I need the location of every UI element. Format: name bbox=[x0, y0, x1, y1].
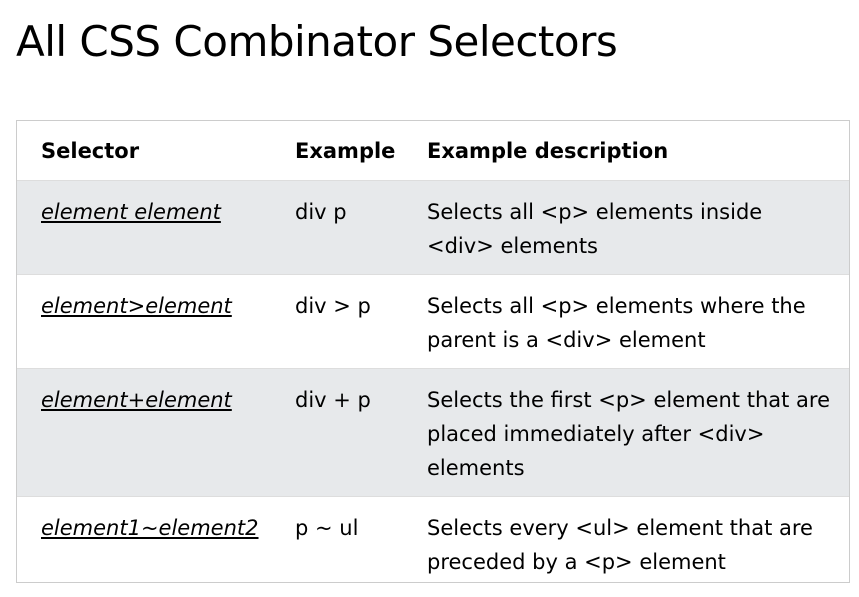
header-description: Example description bbox=[427, 139, 669, 163]
table-row: element1~element2 p ~ ul Selects every <… bbox=[17, 496, 849, 582]
example-cell: div > p bbox=[295, 293, 371, 318]
description-cell: Selects the first <p> element that are p… bbox=[427, 387, 830, 480]
description-cell: Selects all <p> elements inside <div> el… bbox=[427, 199, 763, 258]
table-row: element+element div + p Selects the firs… bbox=[17, 368, 849, 496]
description-cell: Selects all <p> elements where the paren… bbox=[427, 293, 806, 352]
selectors-table: Selector Example Example description ele… bbox=[17, 121, 849, 582]
example-cell: div + p bbox=[295, 387, 371, 412]
selector-cell: element+element bbox=[17, 368, 287, 496]
selector-link-general-sibling[interactable]: element1~element2 bbox=[41, 516, 259, 540]
table-header-row: Selector Example Example description bbox=[17, 121, 849, 180]
description-cell: Selects every <ul> element that are prec… bbox=[427, 515, 813, 574]
selector-cell: element1~element2 bbox=[17, 496, 287, 582]
table-row: element>element div > p Selects all <p> … bbox=[17, 274, 849, 368]
selector-cell: element element bbox=[17, 180, 287, 274]
page-title: All CSS Combinator Selectors bbox=[16, 17, 618, 66]
header-selector: Selector bbox=[41, 139, 140, 163]
example-cell: p ~ ul bbox=[295, 515, 359, 540]
selector-link-adjacent-sibling[interactable]: element+element bbox=[41, 388, 232, 412]
selector-link-child[interactable]: element>element bbox=[41, 294, 232, 318]
combinator-table: Selector Example Example description ele… bbox=[16, 120, 850, 583]
selector-link-descendant[interactable]: element element bbox=[41, 200, 221, 224]
selector-cell: element>element bbox=[17, 274, 287, 368]
header-example: Example bbox=[295, 139, 396, 163]
table-row: element element div p Selects all <p> el… bbox=[17, 180, 849, 274]
example-cell: div p bbox=[295, 199, 347, 224]
